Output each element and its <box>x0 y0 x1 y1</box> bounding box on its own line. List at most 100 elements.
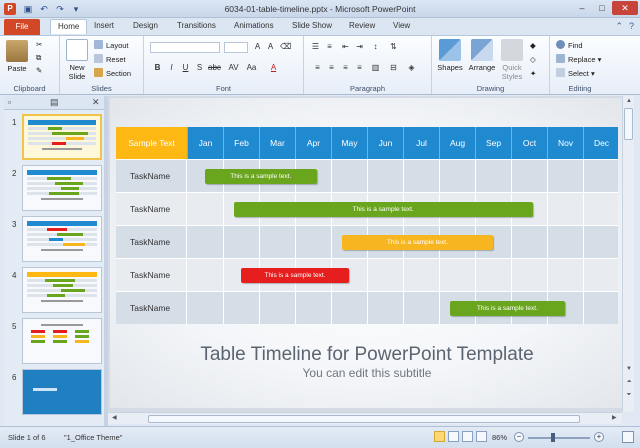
month-header-aug: Aug <box>439 127 475 159</box>
task-bar[interactable]: This is a sample text. <box>205 169 317 184</box>
reading-view-icon[interactable] <box>462 431 473 442</box>
minimize-icon[interactable]: – <box>572 1 592 15</box>
text-direction-icon[interactable]: ⇅ <box>388 42 399 51</box>
arrange-button[interactable]: Arrange <box>466 39 498 72</box>
shrink-font-icon[interactable]: A <box>265 42 276 51</box>
decrease-indent-icon[interactable]: ⇤ <box>340 42 351 51</box>
justify-icon[interactable]: ≡ <box>354 63 365 72</box>
tab-insert[interactable]: Insert <box>94 21 114 30</box>
grid-line <box>511 259 512 292</box>
reset-button[interactable]: Reset <box>94 54 126 64</box>
shape-fill-icon[interactable]: ◆ <box>530 41 536 50</box>
task-bar[interactable]: This is a sample text. <box>341 235 493 250</box>
scroll-down-icon[interactable]: ▼ <box>624 366 634 372</box>
close-icon[interactable]: ✕ <box>612 1 638 15</box>
slide-thumbnail[interactable]: 5 <box>4 318 104 364</box>
slide-canvas[interactable]: Sample Text Jan Feb Mar Apr May Jun Jul Aug Sep O… <box>110 98 624 408</box>
slide-subtitle[interactable]: You can edit this subtitle <box>110 366 624 380</box>
align-text-icon[interactable]: ⊟ <box>388 63 399 72</box>
clear-formatting-icon[interactable]: ⌫ <box>280 42 291 51</box>
bold-icon[interactable]: B <box>152 63 163 72</box>
replace-button[interactable]: Replace ▾ <box>556 54 601 64</box>
zoom-out-icon[interactable]: − <box>514 432 524 442</box>
tab-view[interactable]: View <box>393 21 410 30</box>
increase-indent-icon[interactable]: ⇥ <box>354 42 365 51</box>
tab-file[interactable]: File <box>4 19 40 35</box>
tab-home[interactable]: Home <box>50 19 88 34</box>
slide-thumbnail[interactable]: 4 <box>4 267 104 313</box>
tab-review[interactable]: Review <box>349 21 375 30</box>
shape-effects-icon[interactable]: ✦ <box>530 69 536 78</box>
font-name-combo[interactable] <box>150 42 220 53</box>
zoom-slider-handle[interactable] <box>551 433 555 442</box>
underline-icon[interactable]: U <box>180 63 191 72</box>
format-painter-icon[interactable]: ✎ <box>36 66 42 75</box>
zoom-slider[interactable] <box>528 437 590 439</box>
scroll-left-icon[interactable]: ◀ <box>112 414 117 421</box>
grow-font-icon[interactable]: A <box>252 42 263 51</box>
char-spacing-icon[interactable]: AV <box>228 63 239 72</box>
slides-tab-icon[interactable]: ▫ <box>8 97 11 107</box>
help-icon[interactable]: ? <box>629 21 634 32</box>
tab-transitions[interactable]: Transitions <box>177 21 216 30</box>
section-button[interactable]: Section <box>94 68 131 78</box>
theme-name[interactable]: "1_Office Theme" <box>64 433 122 442</box>
minimize-ribbon-icon[interactable]: ⌃ <box>615 21 623 32</box>
new-slide-button[interactable]: New Slide <box>64 39 90 81</box>
slide-thumbnail[interactable]: 6 <box>4 369 104 415</box>
columns-icon[interactable]: ▥ <box>370 63 381 72</box>
task-bar[interactable]: This is a sample text. <box>241 268 349 283</box>
align-center-icon[interactable]: ≡ <box>326 63 337 72</box>
line-spacing-icon[interactable]: ↕ <box>370 42 381 51</box>
tab-slide-show[interactable]: Slide Show <box>292 21 332 30</box>
slide-thumbnail[interactable]: 1 <box>4 114 104 160</box>
tab-design[interactable]: Design <box>133 21 158 30</box>
font-color-icon[interactable]: A <box>268 63 279 72</box>
align-right-icon[interactable]: ≡ <box>340 63 351 72</box>
slide-thumbnail[interactable]: 2 <box>4 165 104 211</box>
align-left-icon[interactable]: ≡ <box>312 63 323 72</box>
select-button[interactable]: Select ▾ <box>556 68 595 78</box>
find-button[interactable]: Find <box>556 40 583 50</box>
copy-icon[interactable]: ⧉ <box>36 53 41 63</box>
month-header-may: May <box>331 127 367 159</box>
horizontal-scroll-thumb[interactable] <box>148 415 580 423</box>
slide-sorter-icon[interactable] <box>448 431 459 442</box>
slideshow-view-icon[interactable] <box>476 431 487 442</box>
italic-icon[interactable]: I <box>166 63 177 72</box>
fit-to-window-icon[interactable] <box>622 431 634 443</box>
font-size-combo[interactable] <box>224 42 248 53</box>
paste-button[interactable]: Paste <box>4 40 30 73</box>
arrange-icon <box>471 39 493 61</box>
outline-tab-icon[interactable]: ▤ <box>50 97 59 108</box>
smartart-icon[interactable]: ◈ <box>406 63 417 72</box>
shape-outline-icon[interactable]: ◇ <box>530 55 536 64</box>
change-case-icon[interactable]: Aa <box>246 63 257 72</box>
normal-view-icon[interactable] <box>434 431 445 442</box>
tab-animations[interactable]: Animations <box>234 21 274 30</box>
quick-styles-button[interactable]: Quick Styles <box>498 39 526 81</box>
shapes-button[interactable]: Shapes <box>434 39 466 72</box>
strikethrough-icon[interactable]: abc <box>208 63 221 72</box>
previous-slide-icon[interactable]: ⏶ <box>624 379 634 386</box>
vertical-scroll-thumb[interactable] <box>624 108 633 140</box>
bullets-icon[interactable]: ☰ <box>310 42 321 51</box>
next-slide-icon[interactable]: ⏷ <box>624 392 634 399</box>
horizontal-scrollbar[interactable]: ◀ ▶ <box>108 412 622 424</box>
scroll-up-icon[interactable]: ▲ <box>624 98 634 104</box>
cut-icon[interactable]: ✂ <box>36 40 42 49</box>
slide-title[interactable]: Table Timeline for PowerPoint Template <box>110 344 624 366</box>
maximize-icon[interactable]: □ <box>592 1 612 15</box>
slides-pane-tabs: ▫ ▤ ✕ <box>4 96 104 110</box>
slide-thumbnail[interactable]: 3 <box>4 216 104 262</box>
zoom-level[interactable]: 86% <box>492 433 507 442</box>
task-bar[interactable]: This is a sample text. <box>233 202 533 217</box>
zoom-in-icon[interactable]: + <box>594 432 604 442</box>
task-bar[interactable]: This is a sample text. <box>449 301 565 316</box>
layout-button[interactable]: Layout <box>94 40 129 50</box>
vertical-scrollbar[interactable]: ▲ ▼ ⏶ ⏷ <box>622 96 634 412</box>
shadow-icon[interactable]: S <box>194 63 205 72</box>
numbering-icon[interactable]: ≡ <box>324 42 335 51</box>
scroll-right-icon[interactable]: ▶ <box>612 414 617 421</box>
close-pane-icon[interactable]: ✕ <box>92 97 100 108</box>
